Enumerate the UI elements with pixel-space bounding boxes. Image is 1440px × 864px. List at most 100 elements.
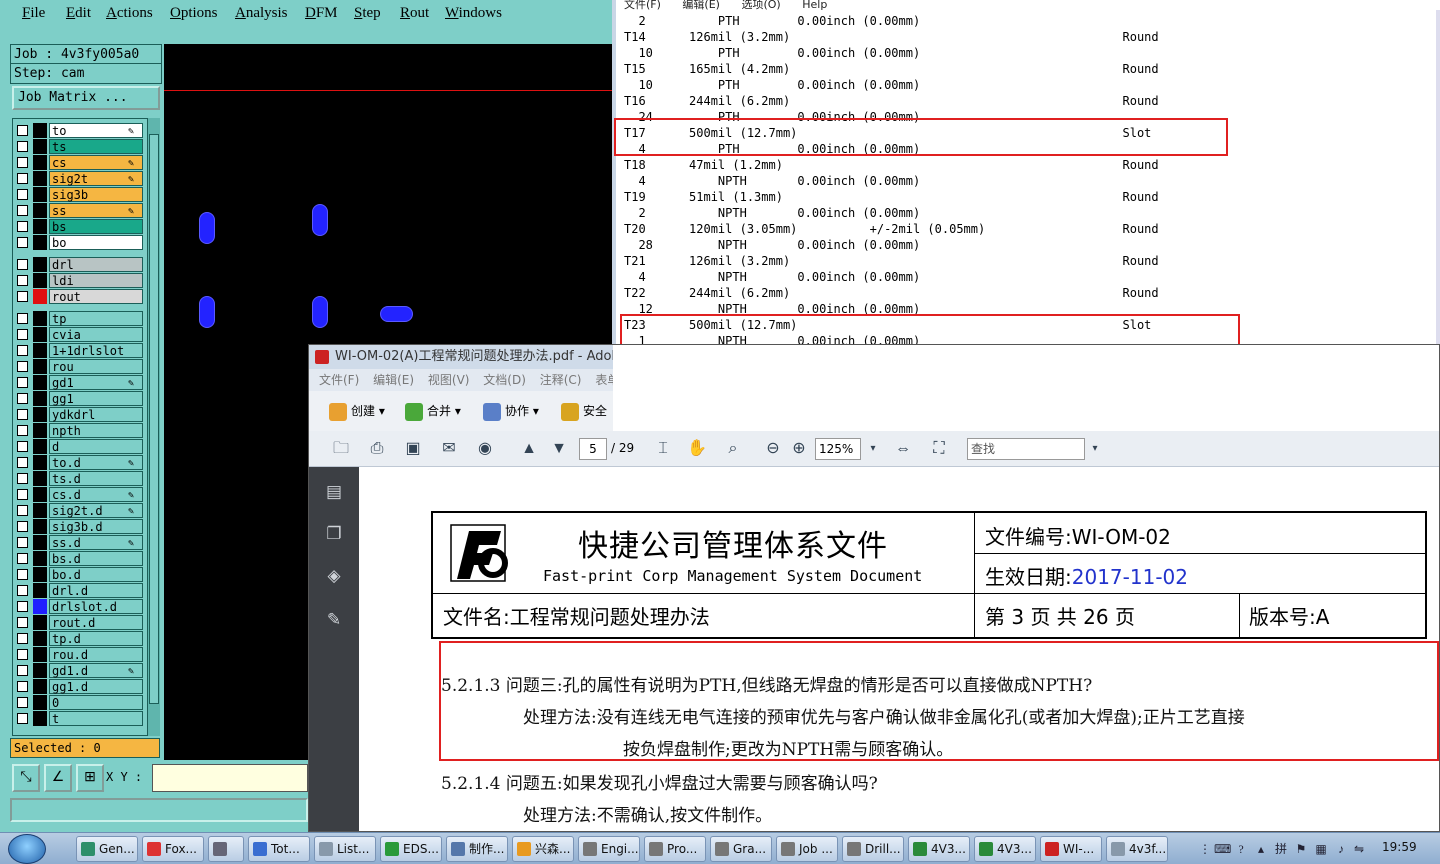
ime-icon[interactable]: 拼 [1274, 842, 1288, 856]
layer-checkbox[interactable] [17, 665, 28, 676]
menu-windows[interactable]: Windows [445, 5, 502, 22]
layer-name[interactable]: npth [49, 423, 143, 438]
clock[interactable]: 19:59 [1382, 840, 1417, 854]
layer-name[interactable]: tp.d [49, 631, 143, 646]
layer-checkbox[interactable] [17, 489, 28, 500]
layer-checkbox[interactable] [17, 409, 28, 420]
layer-row[interactable]: ss ✎ [13, 203, 147, 218]
layer-row[interactable]: ts [13, 139, 147, 154]
pdf-page-view[interactable]: 快捷公司管理体系文件 Fast-print Corp Management Sy… [359, 467, 1439, 831]
layer-checkbox[interactable] [17, 361, 28, 372]
layer-name[interactable]: tp [49, 311, 143, 326]
prev-page-icon[interactable]: ▲ [517, 437, 541, 461]
taskbar-button[interactable]: 4V3... [974, 836, 1036, 862]
taskbar-button[interactable]: Fox... [142, 836, 204, 862]
volume-icon[interactable]: ♪ [1334, 842, 1348, 856]
layer-checkbox[interactable] [17, 585, 28, 596]
layer-checkbox[interactable] [17, 537, 28, 548]
print-icon[interactable]: ⎙ [365, 437, 389, 461]
layer-checkbox[interactable] [17, 425, 28, 436]
layer-checkbox[interactable] [17, 617, 28, 628]
list-menu-help[interactable]: Help [802, 0, 827, 11]
menu-step[interactable]: Step [354, 5, 381, 22]
network-icon[interactable]: ▦ [1314, 842, 1328, 856]
layer-row[interactable]: tp [13, 311, 147, 326]
layer-name[interactable]: cs.d ✎ [49, 487, 143, 502]
layer-name[interactable]: cs ✎ [49, 155, 143, 170]
layer-scroll-thumb[interactable] [149, 134, 159, 704]
layer-checkbox[interactable] [17, 601, 28, 612]
flag-icon[interactable]: ⚑ [1294, 842, 1308, 856]
taskbar-button[interactable]: WI-... [1040, 836, 1102, 862]
layer-row[interactable]: ydkdrl [13, 407, 147, 422]
layers-panel-icon[interactable]: ◈ [323, 565, 345, 587]
pages-panel-icon[interactable]: ▤ [323, 481, 345, 503]
layer-row[interactable]: rou [13, 359, 147, 374]
layer-name[interactable]: sig3b.d [49, 519, 143, 534]
taskbar-button[interactable]: List... [314, 836, 376, 862]
taskbar-button[interactable]: 4V3... [908, 836, 970, 862]
layer-name[interactable]: bs.d [49, 551, 143, 566]
fit-width-icon[interactable]: ⇔ [891, 437, 915, 461]
layer-checkbox[interactable] [17, 633, 28, 644]
layer-name[interactable]: d [49, 439, 143, 454]
list-menu-file[interactable]: 文件(F) [624, 0, 661, 11]
job-matrix-button[interactable]: Job Matrix ... [12, 86, 160, 110]
pdf-menu-comment[interactable]: 注释(C) [540, 373, 582, 387]
layer-name[interactable]: rou [49, 359, 143, 374]
layer-row[interactable]: ts.d [13, 471, 147, 486]
layer-row[interactable]: rout [13, 289, 147, 304]
taskbar-button[interactable]: Drill... [842, 836, 904, 862]
layer-row[interactable]: ldi [13, 273, 147, 288]
menu-options[interactable]: Options [170, 5, 218, 22]
measure-icon[interactable]: ∠ [44, 764, 72, 792]
layer-checkbox[interactable] [17, 505, 28, 516]
layer-name[interactable]: t [49, 711, 143, 726]
taskbar-button[interactable]: Gen... [76, 836, 138, 862]
layer-row[interactable]: ss.d ✎ [13, 535, 147, 550]
taskbar-button[interactable]: Gra... [710, 836, 772, 862]
layer-name[interactable]: bo.d [49, 567, 143, 582]
taskbar-button[interactable]: Engi... [578, 836, 640, 862]
layer-name[interactable]: rout [49, 289, 143, 304]
layer-row[interactable]: bs.d [13, 551, 147, 566]
bookmarks-panel-icon[interactable]: ❐ [323, 523, 345, 545]
signatures-panel-icon[interactable]: ✎ [323, 609, 345, 631]
tray-expand-icon[interactable]: ▴ [1254, 842, 1268, 856]
layer-name[interactable]: drl [49, 257, 143, 272]
layer-checkbox[interactable] [17, 329, 28, 340]
layer-row[interactable]: 0 [13, 695, 147, 710]
layer-row[interactable]: gg1.d [13, 679, 147, 694]
layer-name[interactable]: gd1 ✎ [49, 375, 143, 390]
layer-row[interactable]: cvia [13, 327, 147, 342]
layer-name[interactable]: sig2t ✎ [49, 171, 143, 186]
list-menu-edit[interactable]: 编辑(E) [682, 0, 720, 11]
layer-scrollbar[interactable] [147, 118, 160, 736]
start-button[interactable] [8, 834, 46, 864]
layer-checkbox[interactable] [17, 473, 28, 484]
layer-name[interactable]: ss ✎ [49, 203, 143, 218]
layer-row[interactable]: rout.d [13, 615, 147, 630]
layer-row[interactable]: gd1 ✎ [13, 375, 147, 390]
layer-name[interactable]: rout.d [49, 615, 143, 630]
layer-checkbox[interactable] [17, 681, 28, 692]
page-number-input[interactable]: 5 [579, 438, 607, 460]
pdf-menu-file[interactable]: 文件(F) [319, 373, 359, 387]
layer-row[interactable]: drl [13, 257, 147, 272]
layer-checkbox[interactable] [17, 345, 28, 356]
layer-name[interactable]: gg1 [49, 391, 143, 406]
select-tool-icon[interactable]: ⌶ [651, 437, 675, 461]
layer-checkbox[interactable] [17, 649, 28, 660]
zoom-level-select[interactable]: 125% [815, 438, 861, 460]
taskbar-button[interactable]: Tot... [248, 836, 310, 862]
layer-name[interactable]: ts [49, 139, 143, 154]
layer-row[interactable]: to.d ✎ [13, 455, 147, 470]
web-icon[interactable]: ◉ [473, 437, 497, 461]
layer-row[interactable]: tp.d [13, 631, 147, 646]
layer-row[interactable]: drl.d [13, 583, 147, 598]
grid-icon[interactable]: ⊞ [76, 764, 104, 792]
layer-checkbox[interactable] [17, 713, 28, 724]
open-folder-icon[interactable]: 🗀 [329, 437, 353, 461]
layer-name[interactable]: gg1.d [49, 679, 143, 694]
layer-checkbox[interactable] [17, 457, 28, 468]
